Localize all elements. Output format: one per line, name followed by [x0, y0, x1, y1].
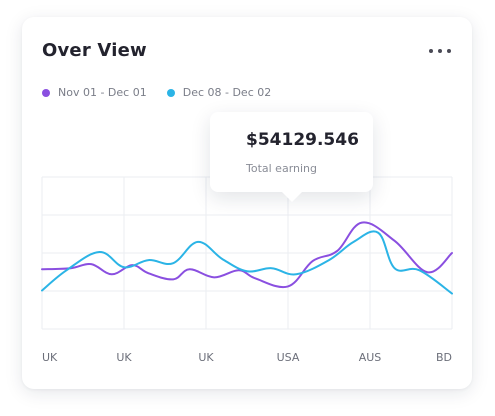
x-tick-label: UK [198, 351, 214, 364]
x-tick-label: AUS [359, 351, 382, 364]
x-tick-label: USA [277, 351, 300, 364]
tooltip-label: Total earning [246, 162, 318, 175]
x-tick-label: UK [116, 351, 132, 364]
x-tick-label: UK [42, 351, 58, 364]
line-chart: UK UK UK USA AUS BD [41, 176, 453, 364]
series-line-2[interactable] [41, 230, 453, 295]
x-tick-label: BD [436, 351, 452, 364]
earning-tooltip: $54129.546 Total earning [210, 112, 373, 202]
chart-series [41, 221, 453, 295]
tooltip-value: $54129.546 [246, 130, 359, 150]
x-axis-labels: UK UK UK USA AUS BD [42, 351, 452, 364]
overview-card: Over View Nov 01 - Dec 01 Dec 08 - Dec 0… [22, 17, 472, 389]
series-line-1[interactable] [41, 221, 453, 289]
